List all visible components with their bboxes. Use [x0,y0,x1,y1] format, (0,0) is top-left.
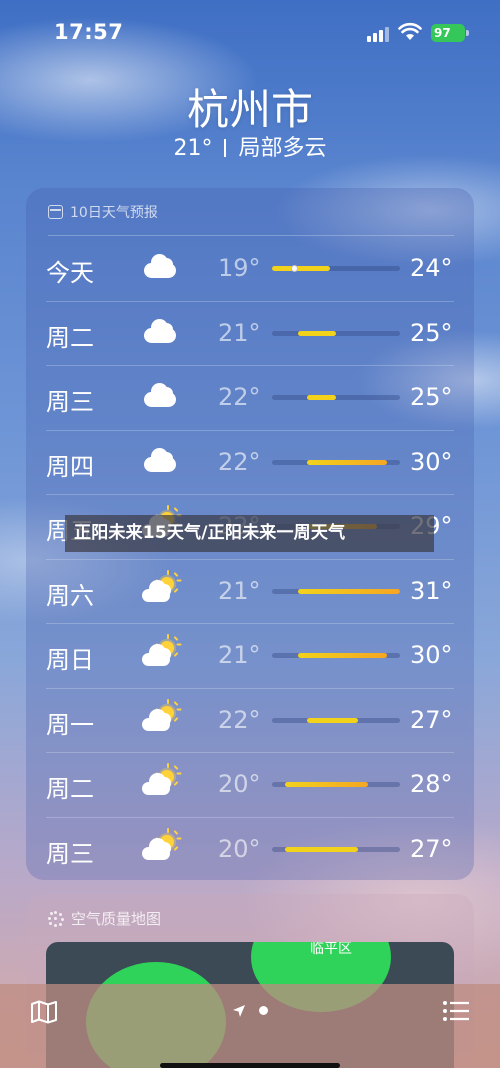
temperature-range-bar [272,395,400,400]
forecast-high-temp: 25° [410,318,453,347]
city-name: 杭州市 [186,85,313,134]
partly-sunny-icon [142,569,182,607]
forecast-low-temp: 21° [218,318,261,347]
air-quality-header: 空气质量地图 [48,908,161,929]
list-icon[interactable] [442,1000,470,1022]
forecast-low-temp: 20° [218,770,261,798]
partly-sunny-icon [142,634,182,671]
forecast-row[interactable]: 周六 21° 31° [26,558,474,624]
forecast-rows: 今天19°24°周二21°25°周三22°25°周四22°30°周五22°29°… [26,236,474,881]
forecast-row[interactable]: 周一 22° 27° [26,687,474,753]
forecast-high-temp: 30° [410,447,453,476]
forecast-title: 10日天气预报 [70,205,158,221]
cloud-icon [142,447,182,478]
map-district-label: 临平区 [310,942,352,957]
temperature-range-fill [284,846,358,852]
forecast-high-temp: 31° [410,576,453,605]
location-arrow-icon[interactable] [232,1004,246,1018]
forecast-low-temp: 22° [218,383,261,411]
forecast-high-temp: 24° [410,254,453,282]
partly-sunny-icon [142,763,182,800]
forecast-high-temp: 27° [410,834,453,863]
temperature-range-fill [306,395,336,400]
forecast-day: 今天 [46,259,94,287]
cloud-icon [142,318,182,349]
forecast-row[interactable]: 周二 20° 28° [26,752,474,817]
temperature-range-fill [284,782,368,787]
forecast-low-temp: 22° [218,447,261,476]
battery-icon: 97 [431,24,469,42]
forecast-high-temp: 28° [410,770,453,798]
cloud-icon [142,383,182,413]
forecast-day: 周日 [46,646,94,674]
status-time: 17:57 [54,20,124,44]
forecast-day: 周四 [46,452,94,481]
forecast-day: 周二 [46,775,94,803]
temperature-range-bar [272,782,400,787]
forecast-low-temp: 19° [218,254,261,282]
temperature-range-bar [272,588,400,594]
temperature-range-bar [272,717,400,723]
forecast-header: 10日天气预报 [48,202,158,222]
current-temp-marker [290,265,298,272]
temperature-range-fill [297,330,336,336]
forecast-day: 周三 [46,839,94,868]
forecast-day: 周二 [46,323,94,352]
status-bar: 17:57 97 [0,0,500,64]
forecast-row[interactable]: 周四 22° 30° [26,429,474,495]
weather-summary: 21° 局部多云 [0,130,500,162]
temperature-range-fill [297,588,400,594]
forecast-row[interactable]: 周二 21° 25° [26,300,474,366]
home-indicator [160,1063,340,1068]
cloud-icon [142,254,182,284]
temperature-range-fill [306,717,358,723]
bottom-toolbar [0,984,500,1068]
forecast-low-temp: 21° [218,641,261,669]
temperature-range-fill [297,653,388,658]
temperature-range-bar [272,459,400,465]
forecast-row[interactable]: 周日 21° 30° [26,623,474,688]
air-quality-icon [48,910,64,927]
wifi-icon [398,22,422,40]
forecast-high-temp: 25° [410,383,453,411]
partly-sunny-icon [142,698,182,736]
temperature-range-bar [272,330,400,336]
forecast-day: 周一 [46,710,94,739]
forecast-row[interactable]: 今天 19° 24° [26,236,474,301]
temperature-range-fill [306,459,388,465]
battery-level: 97 [434,26,451,40]
calendar-icon [48,205,63,219]
forecast-high-temp: 27° [410,705,453,734]
temperature-range-bar [272,265,400,272]
forecast-low-temp: 22° [218,705,261,734]
forecast-day: 周三 [46,388,94,416]
overlay-banner: 正阳未来15天气/正阳未来一周天气 [65,515,434,552]
forecast-high-temp: 30° [410,641,453,669]
partly-sunny-icon [142,827,182,865]
forecast-day: 周六 [46,581,94,610]
temperature-range-fill [272,266,330,271]
map-icon[interactable] [30,1000,58,1024]
forecast-row[interactable]: 周三 20° 27° [26,816,474,882]
page-indicator-dot[interactable] [259,1006,268,1015]
signal-icon [367,26,389,42]
current-condition: 局部多云 [238,136,327,161]
current-temp: 21° [173,136,213,161]
temperature-range-bar [272,846,400,852]
forecast-row[interactable]: 周三 22° 25° [26,365,474,430]
air-quality-title: 空气质量地图 [71,910,162,928]
temperature-range-bar [272,653,400,658]
forecast-low-temp: 20° [218,834,261,863]
separator [224,139,227,157]
forecast-low-temp: 21° [218,576,261,605]
